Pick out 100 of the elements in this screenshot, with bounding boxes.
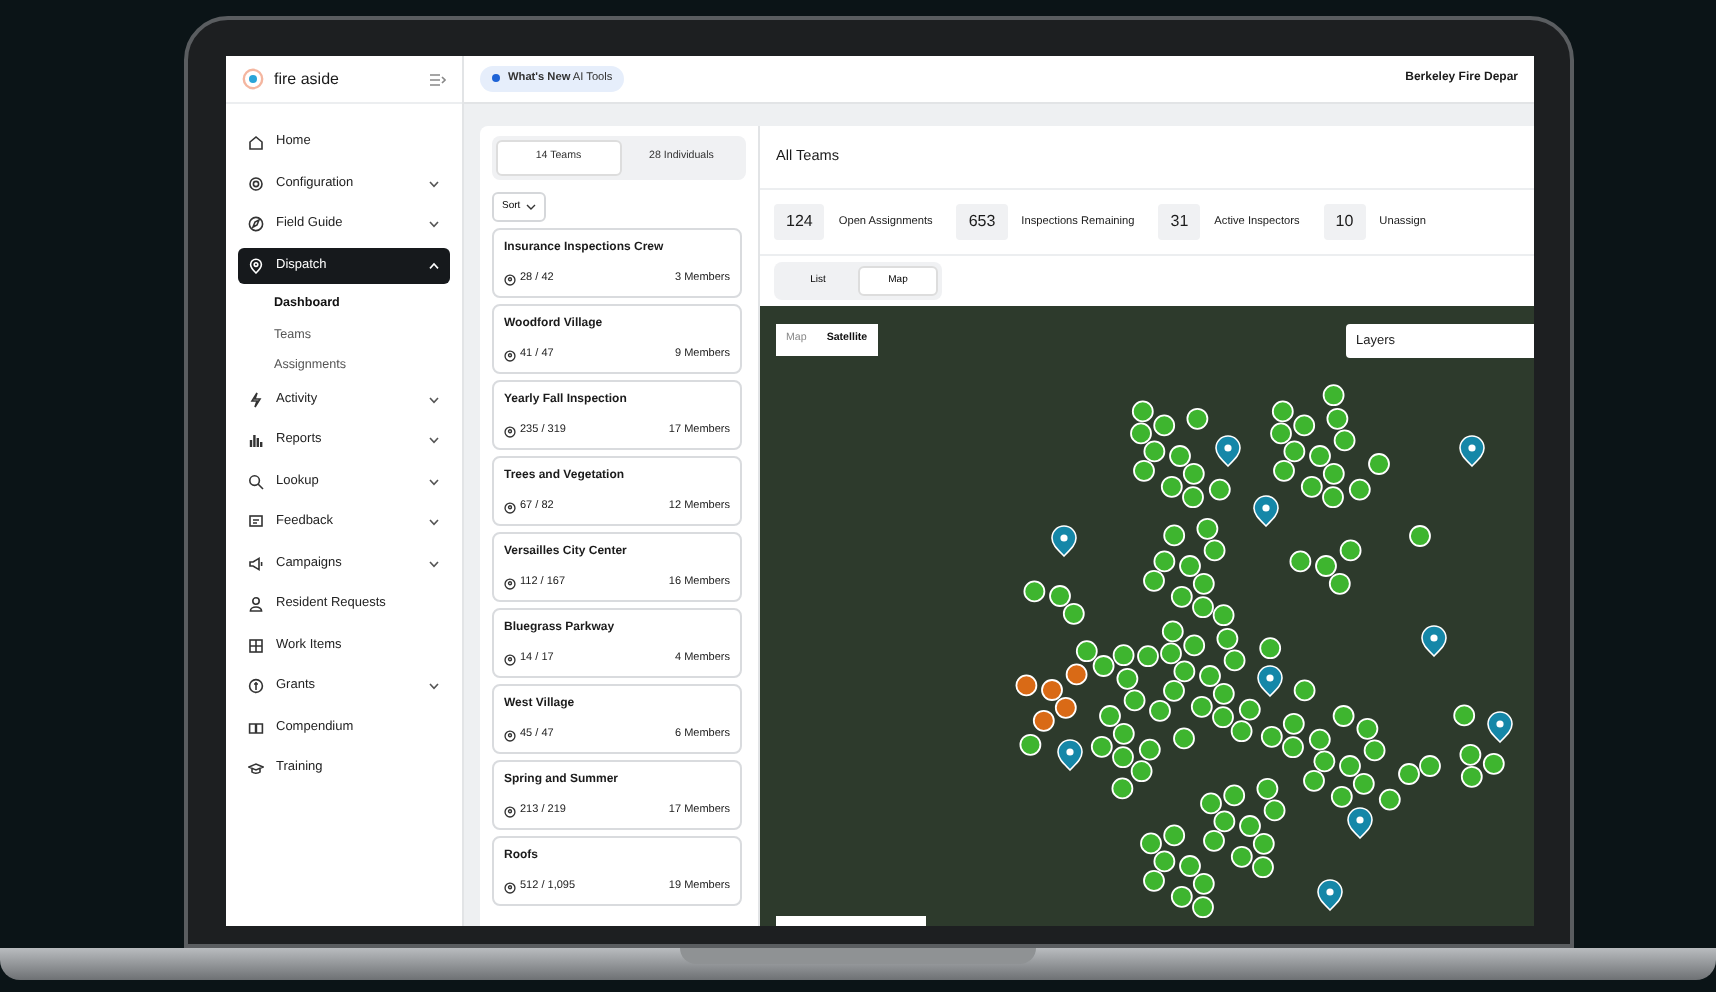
map-marker-icon[interactable] [1332,705,1355,727]
map-marker-icon[interactable] [1192,572,1215,595]
map-marker-icon[interactable] [1453,704,1476,727]
map-marker-icon[interactable] [1363,739,1386,762]
map-marker-icon[interactable] [1282,712,1305,735]
dot-icon [492,74,500,83]
map-marker-icon[interactable] [1482,752,1505,775]
map-marker-icon[interactable] [1019,733,1042,756]
map-marker-icon[interactable] [1138,738,1161,761]
chevron-icon [428,436,440,444]
megaphone-icon [248,555,264,571]
map-marker-icon[interactable] [1230,720,1253,743]
collapse-sidebar-icon[interactable] [430,73,446,85]
map-marker-icon[interactable] [1153,850,1176,873]
map-marker-icon[interactable] [1116,667,1139,690]
map-marker-icon[interactable] [1352,772,1375,795]
map-marker-icon[interactable] [1182,462,1205,485]
stat-value: 653 [956,204,1008,240]
map-marker-icon[interactable] [1203,539,1226,562]
map-marker-icon[interactable] [1123,689,1146,712]
map-marker-icon[interactable] [1186,407,1209,430]
person-icon [248,596,264,612]
map-marker-icon[interactable] [1459,743,1482,766]
map-marker-icon[interactable] [1065,663,1088,686]
map-marker-icon[interactable] [1130,760,1153,783]
map-marker-icon[interactable] [1170,585,1193,608]
map-marker-icon[interactable] [1283,440,1306,463]
map-marker-icon[interactable] [1173,660,1196,683]
map-marker-icon[interactable] [1271,400,1294,423]
map-marker-icon[interactable] [1092,655,1115,677]
map-marker-icon[interactable] [1348,478,1371,501]
map-marker-icon[interactable] [1252,832,1275,855]
map-marker-icon[interactable] [1163,824,1186,847]
map-marker-icon[interactable] [1190,695,1213,718]
map-marker-icon[interactable] [1213,810,1236,833]
map-marker-icon[interactable] [1260,725,1283,748]
chevron-icon [428,559,440,567]
map-marker-icon[interactable] [1090,735,1113,758]
map-marker-icon[interactable] [1293,679,1316,702]
map-marker-icon[interactable] [1300,475,1323,498]
map-marker-icon[interactable] [1223,649,1246,672]
map-marker-icon[interactable] [1160,475,1183,498]
map-marker-icon[interactable] [1160,642,1182,665]
map-marker-icon[interactable] [1333,429,1356,452]
map-marker-icon[interactable] [1131,400,1154,423]
map-marker-icon[interactable] [1200,792,1222,815]
map-marker-icon[interactable] [1230,845,1253,868]
map-marker-icon[interactable] [1339,539,1362,562]
map-marker-icon[interactable] [1161,620,1184,643]
stat-value: 31 [1158,204,1201,240]
coin-icon [248,678,264,694]
map-marker-icon[interactable] [1153,414,1176,437]
map-marker-icon[interactable] [1289,550,1312,573]
map-marker-icon[interactable] [1223,784,1246,807]
map-marker-icon[interactable] [1170,885,1193,908]
map-marker-icon[interactable] [1130,422,1152,445]
map-marker-icon[interactable] [1256,777,1279,800]
graduation-cap-icon [248,760,264,776]
map-marker-icon[interactable] [1308,728,1331,751]
map-marker-icon[interactable] [1460,765,1483,788]
grid-icon [248,637,264,653]
map-marker-icon[interactable] [1328,572,1351,595]
map-marker-icon[interactable] [1054,696,1077,719]
map-marker-icon[interactable] [1140,832,1162,855]
map-marker-icon[interactable] [1326,407,1349,430]
map-marker-icon[interactable] [1313,750,1336,773]
map-marker-icon[interactable] [1143,440,1166,463]
map-marker-icon[interactable] [1212,604,1235,627]
map-marker-icon[interactable] [1270,422,1292,445]
map-marker-icon[interactable] [1153,550,1176,573]
map-marker-icon[interactable] [1322,384,1345,407]
search-icon [248,473,264,489]
map-marker-icon[interactable] [1062,602,1085,625]
map-marker-icon[interactable] [1322,462,1345,485]
map-marker-icon[interactable] [1015,674,1038,697]
map-marker-icon[interactable] [1216,627,1239,650]
map-marker-icon[interactable] [1196,517,1219,540]
bar-chart-icon [248,432,264,448]
map-marker-icon[interactable] [1378,788,1401,811]
map-marker-icon[interactable] [1263,799,1286,822]
chevron-icon [428,518,440,526]
map-marker-icon[interactable] [1032,709,1055,732]
map-marker-icon[interactable] [1075,640,1098,663]
map-marker-icon[interactable] [1112,644,1135,667]
map-marker-icon[interactable] [1183,634,1206,657]
map-marker-icon[interactable] [1259,637,1282,660]
chevron-icon [526,204,537,211]
map-marker-icon[interactable] [1238,698,1261,721]
map-marker-icon[interactable] [1208,478,1231,501]
map-marker-icon[interactable] [1112,722,1135,745]
map-marker-icon[interactable] [1173,727,1195,750]
map-marker-icon[interactable] [1356,717,1379,740]
map-marker-icon[interactable] [1330,785,1353,808]
map-marker-icon[interactable] [1212,682,1235,705]
map-marker-icon[interactable] [1192,872,1215,895]
chevron-icon [428,220,440,228]
map-marker-icon[interactable] [1023,580,1046,603]
map-marker-icon[interactable] [1163,524,1186,547]
map-marker-icon[interactable] [1111,777,1134,800]
map-marker-icon[interactable] [1293,414,1316,437]
